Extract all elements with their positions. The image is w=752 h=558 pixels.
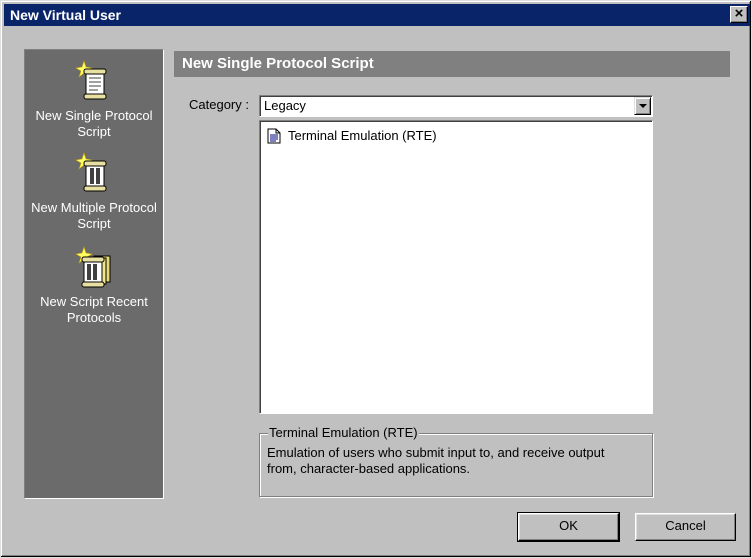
- list-item-terminal-emulation[interactable]: Terminal Emulation (RTE): [266, 127, 437, 145]
- section-header: New Single Protocol Script: [174, 51, 730, 77]
- single-protocol-script-icon: [75, 60, 107, 100]
- sidebar-item-label: New Multiple Protocol Script: [31, 200, 157, 231]
- window-title: New Virtual User: [10, 7, 122, 23]
- sidebar-item-recent-protocols[interactable]: New Script Recent Protocols: [25, 246, 163, 326]
- close-button[interactable]: ×: [730, 6, 748, 23]
- description-title: Terminal Emulation (RTE): [268, 425, 419, 441]
- protocol-description-group: Terminal Emulation (RTE) Emulation of us…: [259, 425, 653, 497]
- category-select-value: Legacy: [264, 98, 306, 113]
- sidebar-item-single-protocol[interactable]: New Single Protocol Script: [25, 60, 163, 140]
- list-item-label: Terminal Emulation (RTE): [288, 128, 437, 143]
- document-icon: [267, 128, 281, 144]
- sidebar-item-label: New Single Protocol Script: [35, 108, 153, 139]
- multiple-protocol-script-icon: [75, 152, 107, 192]
- category-select[interactable]: Legacy: [259, 95, 653, 117]
- dropdown-arrow-button[interactable]: [634, 97, 651, 115]
- ok-button[interactable]: OK: [517, 512, 620, 542]
- category-label: Category :: [189, 97, 249, 112]
- sidebar-item-multiple-protocol[interactable]: New Multiple Protocol Script: [25, 152, 163, 232]
- title-bar: New Virtual User ×: [4, 4, 750, 26]
- new-virtual-user-dialog: New Virtual User × New Single Protocol S…: [0, 0, 752, 558]
- protocol-list[interactable]: Terminal Emulation (RTE): [259, 120, 653, 414]
- cancel-button[interactable]: Cancel: [635, 513, 736, 541]
- recent-protocols-script-icon: [75, 246, 111, 288]
- description-text: Emulation of users who submit input to, …: [267, 445, 605, 476]
- sidebar-item-label: New Script Recent Protocols: [40, 294, 148, 325]
- script-type-sidebar: New Single Protocol Script New Multiple …: [24, 49, 164, 499]
